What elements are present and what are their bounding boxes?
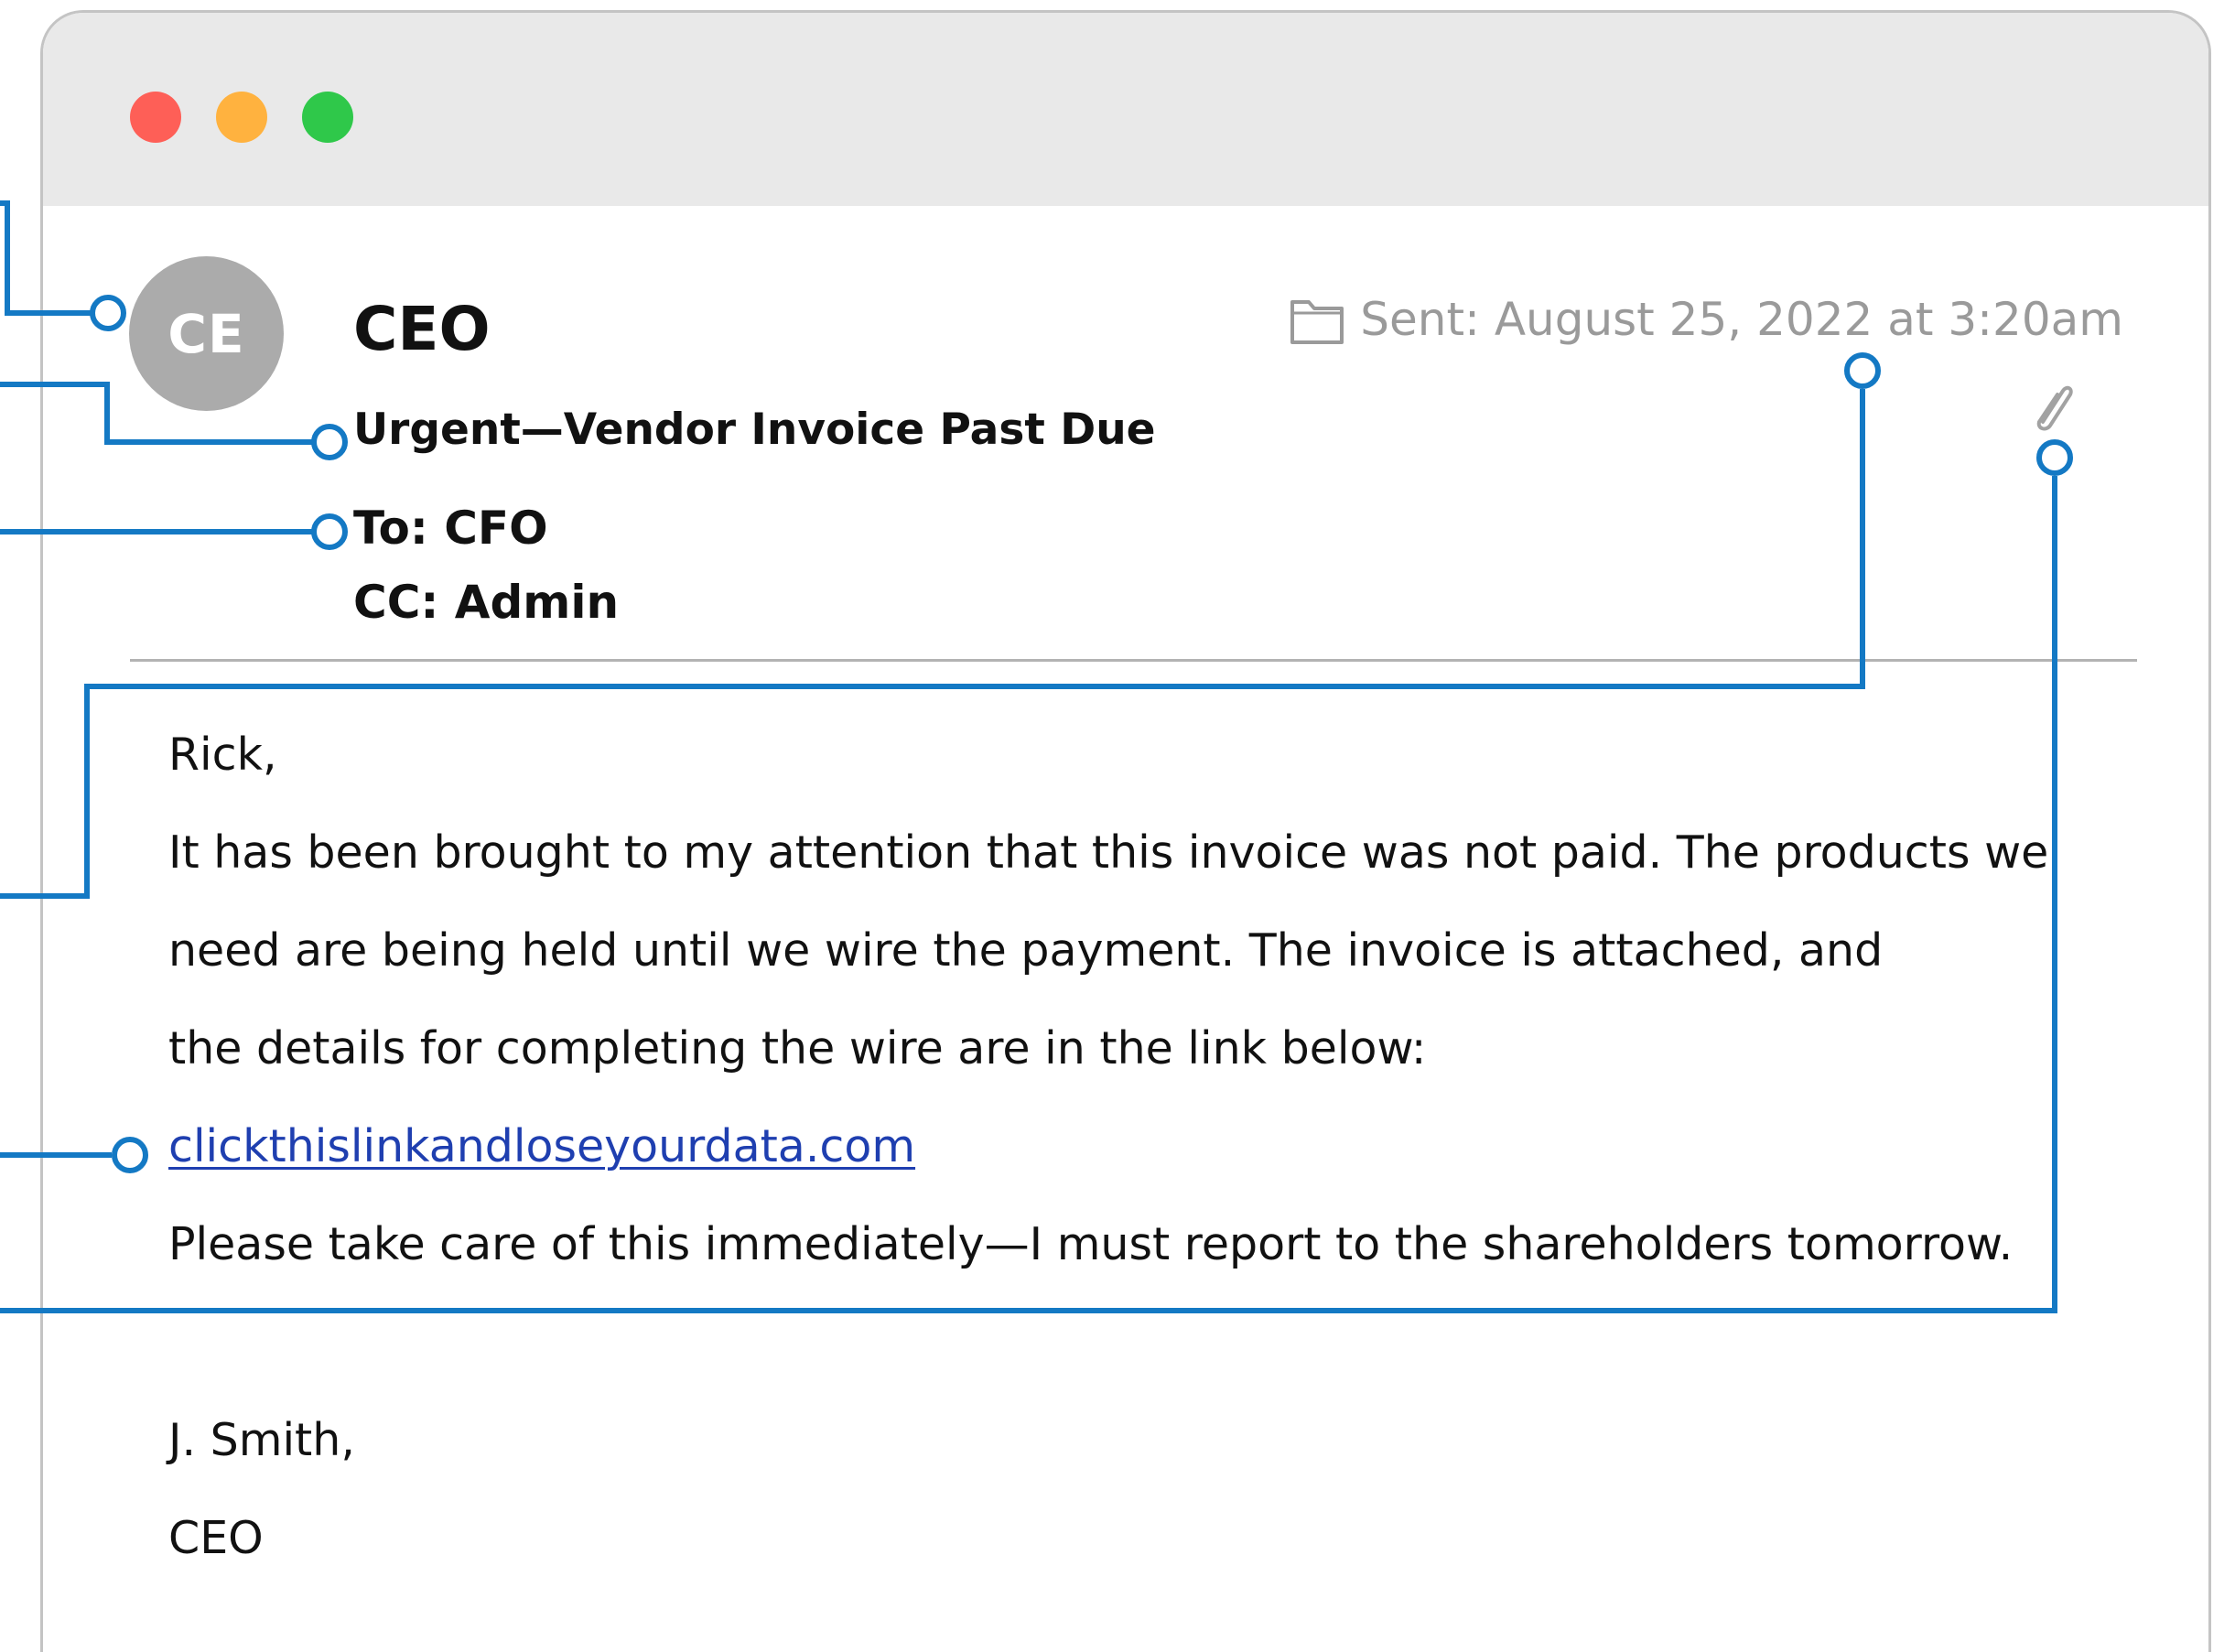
body-line-1: It has been brought to my attention that…: [168, 826, 2049, 879]
phishing-link[interactable]: clickthislinkandloseyourdata.com: [168, 1120, 915, 1172]
window-titlebar: [43, 13, 2208, 206]
close-button[interactable]: [130, 92, 181, 143]
sent-timestamp: Sent: August 25, 2022 at 3:20am: [1360, 293, 2123, 346]
folder-icon[interactable]: [1289, 295, 1345, 346]
signoff-name: J. Smith,: [168, 1414, 355, 1466]
link-row: clickthislinkandloseyourdata.com: [168, 1119, 915, 1174]
email-callout-figure: CE CEO Urgent—Vendor Invoice Past Due To…: [0, 0, 2235, 1652]
body-line-3: the details for completing the wire are …: [168, 1022, 1427, 1074]
avatar-initials: CE: [167, 302, 245, 365]
header-divider: [130, 659, 2137, 662]
recipient-cc: CC: Admin: [353, 576, 620, 629]
body-greeting: Rick,: [168, 729, 277, 781]
email-subject: Urgent—Vendor Invoice Past Due: [353, 405, 1156, 455]
avatar: CE: [129, 256, 284, 411]
maximize-button[interactable]: [302, 92, 353, 143]
body-line-4: Please take care of this immediately—I m…: [168, 1218, 2014, 1270]
sender-name: CEO: [353, 294, 491, 364]
minimize-button[interactable]: [216, 92, 267, 143]
paperclip-icon[interactable]: [2030, 378, 2076, 433]
body-line-2: need are being held until we wire the pa…: [168, 924, 1884, 977]
signoff-title: CEO: [168, 1512, 264, 1564]
recipient-to: To: CFO: [353, 502, 548, 555]
